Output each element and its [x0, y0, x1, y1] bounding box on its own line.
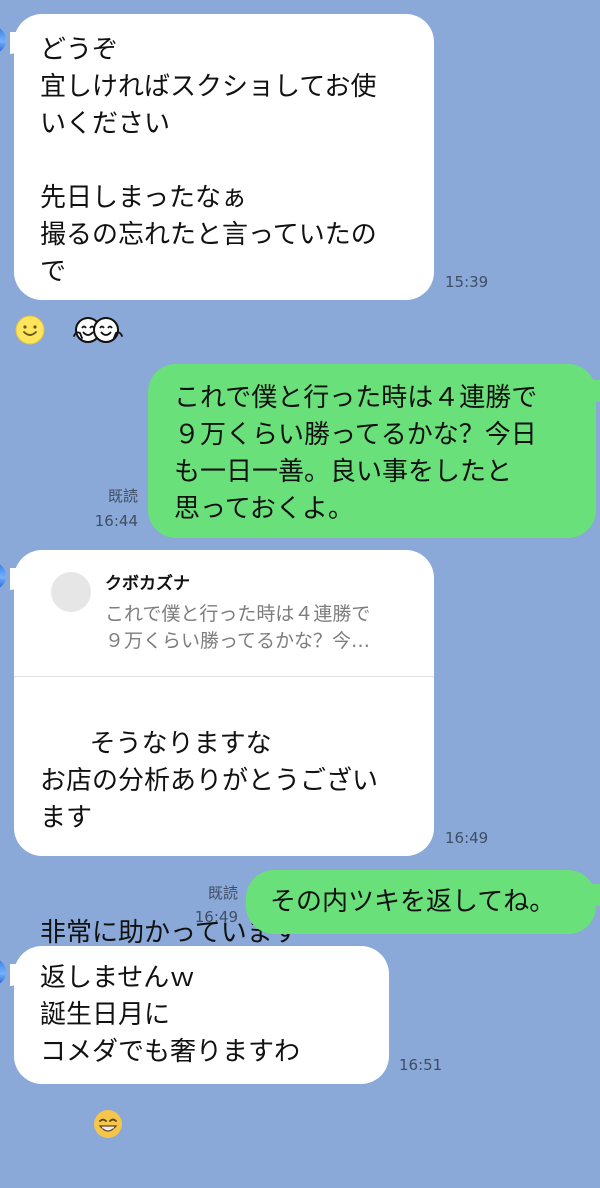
- read-status: 既読: [107, 487, 138, 505]
- message-bubble[interactable]: その内ツキを返してね。: [246, 870, 600, 934]
- message-text: その内ツキを返してね。: [270, 887, 556, 917]
- chat-area[interactable]: どうぞ 宜しければスクショしてお使 いください 先日しまったなぁ 撮るの忘れたと…: [0, 0, 600, 1138]
- sender-avatar[interactable]: [0, 562, 6, 590]
- message-body: 返しませんｗ 誕生日月に コメダでも奢りますわ: [40, 960, 380, 1188]
- message-text: 返しませんｗ 誕生日月に コメダでも奢りますわ: [40, 963, 301, 1067]
- reply-quote: これで僕と行った時は４連勝で ９万くらい勝ってるかな？今…: [105, 603, 371, 652]
- sender-avatar[interactable]: [0, 26, 6, 54]
- read-status: 既読: [207, 884, 238, 902]
- reply-avatar: [51, 572, 91, 612]
- bubble-tail: [588, 380, 600, 402]
- smile-reaction-icon[interactable]: [14, 314, 46, 350]
- message-time: 16:49: [445, 829, 489, 847]
- add-reaction-icon[interactable]: [68, 314, 128, 350]
- message-time: 16:49: [194, 908, 238, 926]
- reply-divider: [14, 676, 434, 677]
- message-time: 15:39: [445, 273, 489, 291]
- message-bubble[interactable]: どうぞ 宜しければスクショしてお使 いください 先日しまったなぁ 撮るの忘れたと…: [10, 14, 434, 300]
- message-time: 16:44: [94, 512, 138, 530]
- message-text: どうぞ 宜しければスクショしてお使 いください 先日しまったなぁ 撮るの忘れたと…: [40, 35, 377, 287]
- message-text: これで僕と行った時は４連勝で ９万くらい勝ってるかな？今日 も一日一善。良い事を…: [174, 383, 538, 524]
- message-bubble[interactable]: 返しませんｗ 誕生日月に コメダでも奢りますわ: [10, 946, 389, 1138]
- bubble-tail: [10, 964, 22, 986]
- message-bubble[interactable]: クボカズナ これで僕と行った時は４連勝で ９万くらい勝ってるかな？今… そうなり…: [10, 550, 434, 948]
- message-bubble[interactable]: これで僕と行った時は４連勝で ９万くらい勝ってるかな？今日 も一日一善。良い事を…: [148, 364, 600, 538]
- bubble-tail: [10, 568, 22, 590]
- reply-name: クボカズナ: [105, 574, 190, 594]
- bubble-tail: [588, 884, 600, 906]
- sender-avatar[interactable]: [0, 958, 6, 986]
- bubble-tail: [10, 32, 22, 54]
- message-time: 16:51: [399, 1056, 443, 1074]
- grinning-face-icon: [42, 1071, 124, 1188]
